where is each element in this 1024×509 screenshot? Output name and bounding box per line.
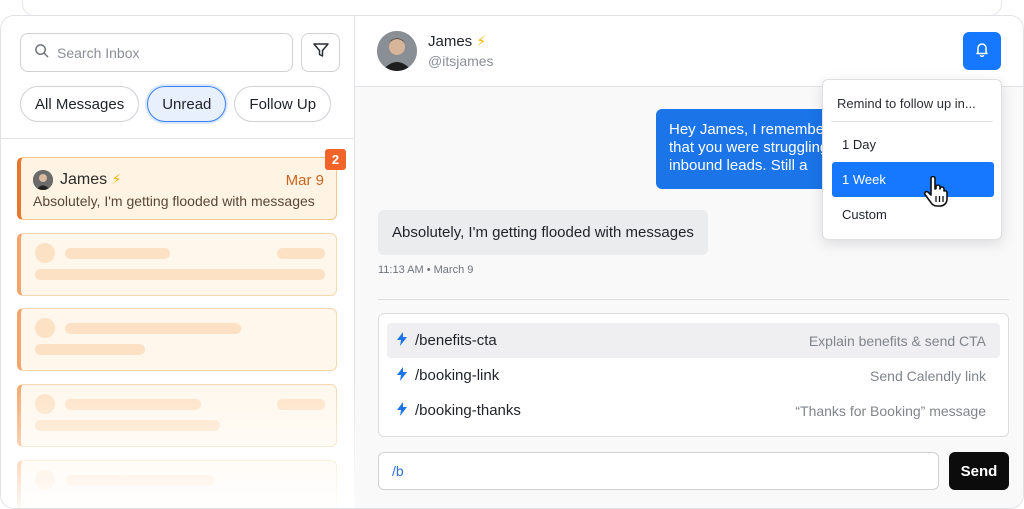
search-box[interactable]	[20, 33, 293, 72]
inbox-tabs: All Messages Unread Follow Up	[20, 86, 332, 122]
snippet-booking-link[interactable]: /booking-link Send Calendly link	[387, 358, 1000, 393]
inbox-window: All Messages Unread Follow Up James ⚡ Ma…	[0, 15, 1024, 509]
lightning-icon: ⚡	[476, 33, 487, 49]
snippet-booking-thanks[interactable]: /booking-thanks “Thanks for Booking” mes…	[387, 393, 1000, 428]
divider	[831, 121, 993, 122]
search-icon	[34, 43, 49, 63]
snippet-command: /booking-thanks	[415, 402, 521, 419]
tab-unread[interactable]: Unread	[147, 86, 227, 122]
tab-follow-up[interactable]: Follow Up	[234, 86, 332, 122]
incoming-message: Absolutely, I'm getting flooded with mes…	[378, 210, 708, 255]
funnel-icon	[312, 41, 330, 64]
lightning-icon	[397, 331, 407, 350]
thread-item-james[interactable]: James ⚡ Mar 9 Absolutely, I'm getting fl…	[17, 157, 337, 220]
snippet-description: Explain benefits & send CTA	[808, 332, 986, 349]
unread-count-badge: 2	[325, 149, 346, 170]
reminder-option-custom[interactable]: Custom	[832, 197, 994, 232]
list-fade	[1, 378, 355, 508]
background-card	[22, 0, 1002, 16]
snippet-command: /benefits-cta	[415, 332, 497, 349]
message-input[interactable]	[392, 463, 912, 479]
conversation-panel: James ⚡ @itsjames Hey James, I remember …	[355, 16, 1023, 508]
thread-placeholder	[17, 308, 337, 371]
avatar[interactable]	[377, 31, 417, 71]
dropdown-header: Remind to follow up in...	[837, 96, 976, 111]
message-composer[interactable]	[378, 452, 939, 490]
reminder-option-1-week[interactable]: 1 Week	[832, 162, 994, 197]
thread-placeholder	[17, 233, 337, 296]
thread-date: Mar 9	[285, 172, 324, 189]
thread-name: James ⚡	[60, 171, 122, 188]
lightning-icon	[397, 366, 407, 385]
contact-name: James ⚡	[428, 33, 487, 50]
divider	[1, 138, 355, 139]
search-row	[20, 33, 340, 72]
search-input[interactable]	[57, 44, 267, 61]
tab-all-messages[interactable]: All Messages	[20, 86, 140, 122]
avatar	[33, 170, 53, 190]
snippet-command: /booking-link	[415, 367, 500, 384]
snippet-description: “Thanks for Booking” message	[795, 402, 986, 419]
snippet-benefits-cta[interactable]: /benefits-cta Explain benefits & send CT…	[387, 323, 1000, 358]
thread-preview: Absolutely, I'm getting flooded with mes…	[33, 193, 315, 209]
reminder-bell-button[interactable]	[963, 32, 1001, 70]
inbox-sidebar: All Messages Unread Follow Up James ⚡ Ma…	[1, 16, 355, 508]
conversation-header: James ⚡ @itsjames	[355, 16, 1023, 87]
message-timestamp: 11:13 AM • March 9	[378, 264, 474, 276]
lightning-icon	[397, 401, 407, 420]
filter-button[interactable]	[301, 33, 340, 72]
reminder-option-1-day[interactable]: 1 Day	[832, 127, 994, 162]
snippet-suggestions: /benefits-cta Explain benefits & send CT…	[378, 313, 1009, 437]
snippet-description: Send Calendly link	[870, 367, 986, 384]
lightning-icon: ⚡	[111, 171, 122, 187]
send-button[interactable]: Send	[949, 452, 1009, 490]
divider	[378, 299, 1009, 300]
reminder-dropdown: Remind to follow up in... 1 Day 1 Week C…	[822, 79, 1002, 240]
bell-icon	[974, 41, 990, 62]
contact-handle: @itsjames	[428, 53, 494, 69]
hand-pointer-icon	[923, 175, 949, 213]
